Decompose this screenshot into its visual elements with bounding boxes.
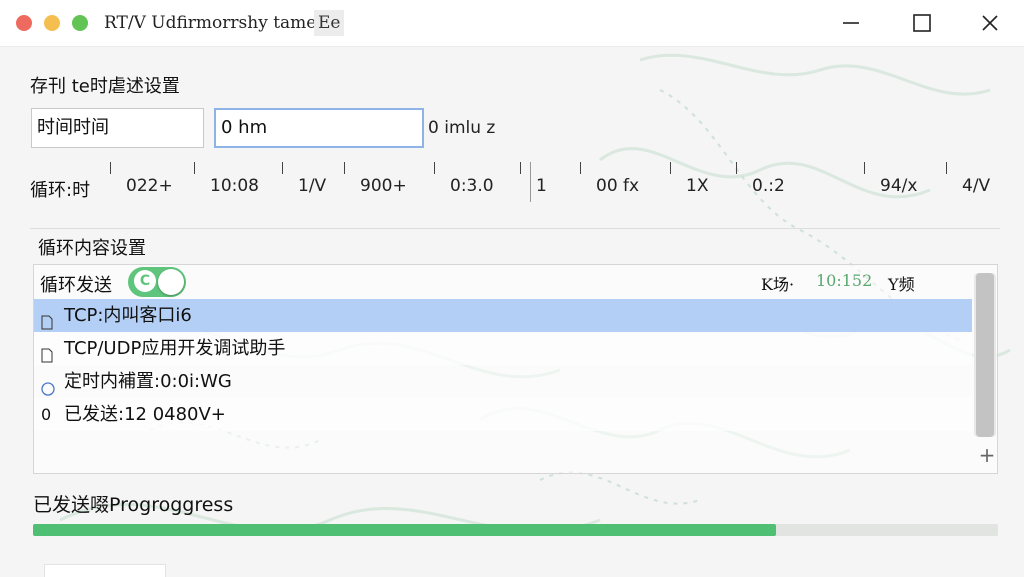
ruler-tick [670,162,671,174]
minimize-dot-button[interactable] [44,15,60,31]
ruler-tick [344,162,345,174]
ruler-tick [282,162,283,174]
window-title: RT/V Udfirmorrshy tame [104,13,317,33]
list-scrollbar[interactable] [974,273,996,437]
unit-label: 0 imlu z [428,118,496,138]
title-bar: RT/V Udfirmorrshy tame Ee [0,0,1024,47]
loop-panel: 循环发送 C K场· 10:152 Y频 TCP:内叫客口i6 TCP/UDP应… [33,264,998,474]
bottom-tab-stub [44,564,166,577]
ruler-tick [194,162,195,174]
toggle-knob [158,269,184,295]
ruler-tick [434,162,435,174]
ruler-tick-label: 0:3.0 [450,176,494,196]
list-item-text: 定时内補置:0:0i:WG [64,371,232,392]
ruler-tick-label: 1/V [298,176,327,196]
ruler-tick-label: 10:08 [210,176,259,196]
loop-section-title: 循环内容设置 [38,238,146,259]
list-item[interactable]: TCP/UDP应用开发调试助手 [34,332,972,365]
ruler-tick-label: 022+ [126,176,173,196]
time-field[interactable]: 时间时间 [31,108,204,148]
ruler-tick [580,162,581,174]
ruler-tick [110,162,111,174]
ruler-tick [946,162,947,174]
close-button[interactable] [974,8,1006,38]
scrollbar-thumb[interactable] [976,273,994,437]
loop-send-toggle[interactable]: C [128,267,186,297]
section-divider [30,228,1000,229]
progress-fill [33,524,777,536]
status-prefix: K场· [761,275,795,294]
zero-icon: 0 [41,405,52,424]
minimize-button[interactable] [835,8,867,38]
status-suffix: Y频 [888,275,915,294]
loop-panel-header: 循环发送 C K场· 10:152 Y频 [34,265,974,299]
list-item[interactable]: 0 已发送:12 0480V+ [34,398,972,431]
maximize-button[interactable] [906,8,938,38]
minimize-icon [843,22,859,24]
ruler-tick-label: 1 [536,176,547,196]
maximize-icon [913,14,931,32]
list-item-text: 已发送:12 0480V+ [64,404,226,425]
close-dot-button[interactable] [16,15,32,31]
ruler-tick [864,162,865,174]
list-item-text: TCP/UDP应用开发调试助手 [64,338,286,359]
title-tag: Ee [314,10,345,36]
progress-bar [33,524,998,536]
time-ruler[interactable]: 循环:时 022+ 10:08 1/V 900+ 0:3.0 1 00 fx 1X 0.:2 94… [30,162,1000,212]
zoom-dot-button[interactable] [72,15,88,31]
main-content: 存刊 te时虐述设置 时间时间 0 hm 0 imlu z 循环:时 022+ 1… [0,46,1024,577]
ruler-tick-label: 0.:2 [752,176,785,196]
ruler-divider [530,162,531,202]
list-item-text: TCP:内叫客口i6 [64,305,192,326]
list-item[interactable]: 定时内補置:0:0i:WG [34,365,972,398]
ruler-tick [520,162,521,174]
loop-send-label: 循环发送 [40,275,112,296]
duration-field[interactable]: 0 hm [214,108,424,148]
ruler-tick-label: 900+ [360,176,407,196]
progress-title: 已发送啜Progroggress [33,494,234,516]
close-icon [982,15,998,31]
ruler-label: 循环:时 [30,180,91,201]
schedule-section-title: 存刊 te时虐述设置 [30,76,180,97]
loop-list: TCP:内叫客口i6 TCP/UDP应用开发调试助手 定时内補置:0:0i:WG… [34,299,972,431]
ruler-tick-label: 4/V [962,176,991,196]
toggle-letter: C [134,270,156,292]
list-item[interactable]: TCP:内叫客口i6 [34,299,972,332]
ruler-tick [736,162,737,174]
ruler-tick-label: 94/x [880,176,918,196]
ruler-tick-label: 1X [686,176,709,196]
ruler-tick-label: 00 fx [596,176,640,196]
status-time: 10:152 [816,271,873,290]
add-item-button[interactable]: + [977,445,997,465]
